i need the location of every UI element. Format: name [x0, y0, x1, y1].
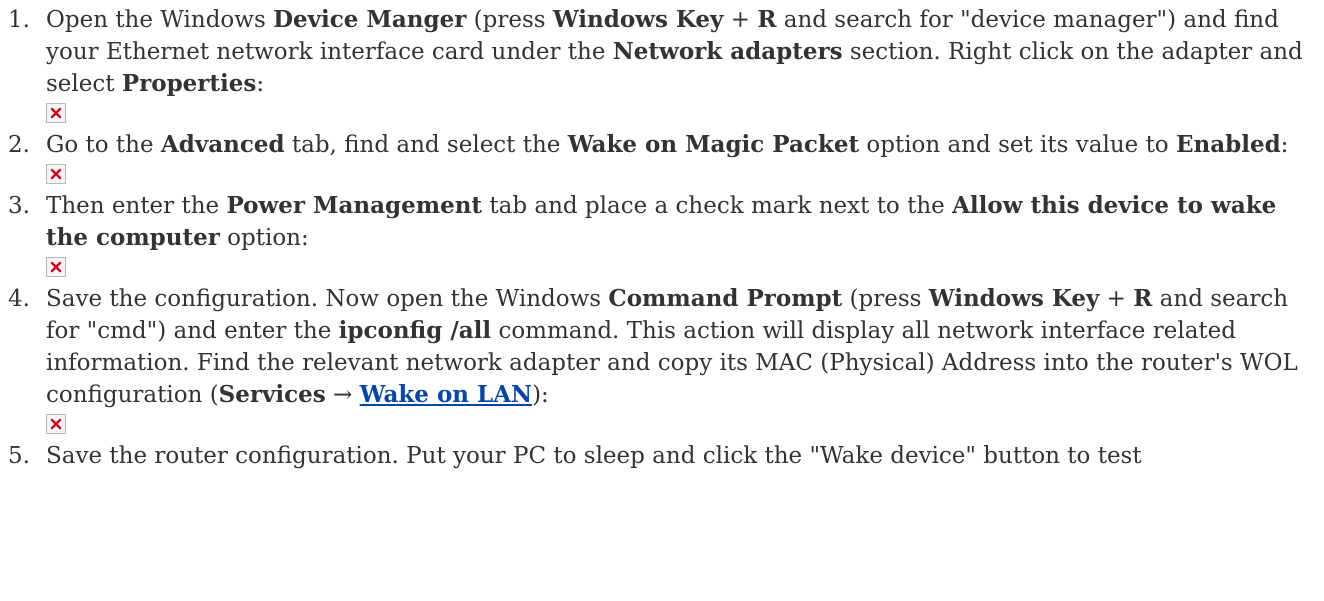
bold-term: Advanced: [160, 131, 285, 158]
broken-image-icon: [46, 103, 66, 123]
step-number: 2.: [8, 132, 30, 158]
bold-term: Wake on Magic Packet: [567, 131, 860, 158]
bold-term: Properties: [121, 70, 257, 97]
step-number: 5.: [8, 443, 30, 469]
steps-list: 1. Open the Windows Device Manger (press …: [0, 4, 1324, 472]
step-text: Open the Windows Device Manger (press Wi…: [46, 4, 1324, 100]
wake-on-lan-link[interactable]: Wake on LAN: [360, 381, 532, 408]
step-text: Save the configuration. Now open the Win…: [46, 283, 1324, 411]
instructions-document: 1. Open the Windows Device Manger (press …: [0, 0, 1324, 472]
step-text-run: Open the Windows: [46, 7, 274, 33]
step-number: 1.: [8, 7, 30, 33]
step-text-run: (press: [466, 7, 553, 33]
step-text-run: :: [256, 71, 265, 97]
step-text-run: Then enter the: [46, 193, 227, 219]
bold-term: Device Manger: [273, 6, 467, 33]
step-number: 4.: [8, 286, 30, 312]
step-text-run: ):: [532, 382, 549, 408]
bold-term: ipconfig /all: [338, 317, 492, 344]
step-text: Go to the Advanced tab, find and select …: [46, 129, 1324, 161]
step-item: 5. Save the router configuration. Put you…: [0, 440, 1324, 472]
step-item: 1. Open the Windows Device Manger (press …: [0, 4, 1324, 123]
step-text-run: +: [1099, 286, 1134, 312]
step-text-run: option and set its value to: [859, 132, 1176, 158]
step-text-run: Save the configuration. Now open the Win…: [46, 286, 609, 312]
step-text-run: tab, find and select the: [284, 132, 568, 158]
step-text-run: :: [1280, 132, 1289, 158]
step-text-run: Go to the: [46, 132, 161, 158]
step-text-run: tab and place a check mark next to the: [482, 193, 953, 219]
step-text: Save the router configuration. Put your …: [46, 440, 1324, 472]
bold-term: Services: [218, 381, 326, 408]
step-text-run: option:: [219, 225, 309, 251]
bold-term: Windows Key: [552, 6, 724, 33]
bold-term: R: [757, 6, 777, 33]
step-item: 4. Save the configuration. Now open the W…: [0, 283, 1324, 434]
bold-term: Power Management: [226, 192, 483, 219]
step-item: 2. Go to the Advanced tab, find and selec…: [0, 129, 1324, 184]
bold-term: R: [1133, 285, 1153, 312]
broken-image-icon: [46, 257, 66, 277]
broken-image-icon: [46, 414, 66, 434]
bold-term: Enabled: [1175, 131, 1281, 158]
step-text-run: →: [325, 382, 360, 408]
bold-term: Network adapters: [612, 38, 843, 65]
step-text-run: Save the router configuration. Put your …: [46, 443, 1142, 469]
bold-term: Windows Key: [928, 285, 1100, 312]
step-text: Then enter the Power Management tab and …: [46, 190, 1324, 254]
step-number: 3.: [8, 193, 30, 219]
step-text-run: (press: [842, 286, 929, 312]
bold-term: Command Prompt: [608, 285, 843, 312]
step-text-run: +: [723, 7, 758, 33]
broken-image-icon: [46, 164, 66, 184]
step-item: 3. Then enter the Power Management tab an…: [0, 190, 1324, 277]
